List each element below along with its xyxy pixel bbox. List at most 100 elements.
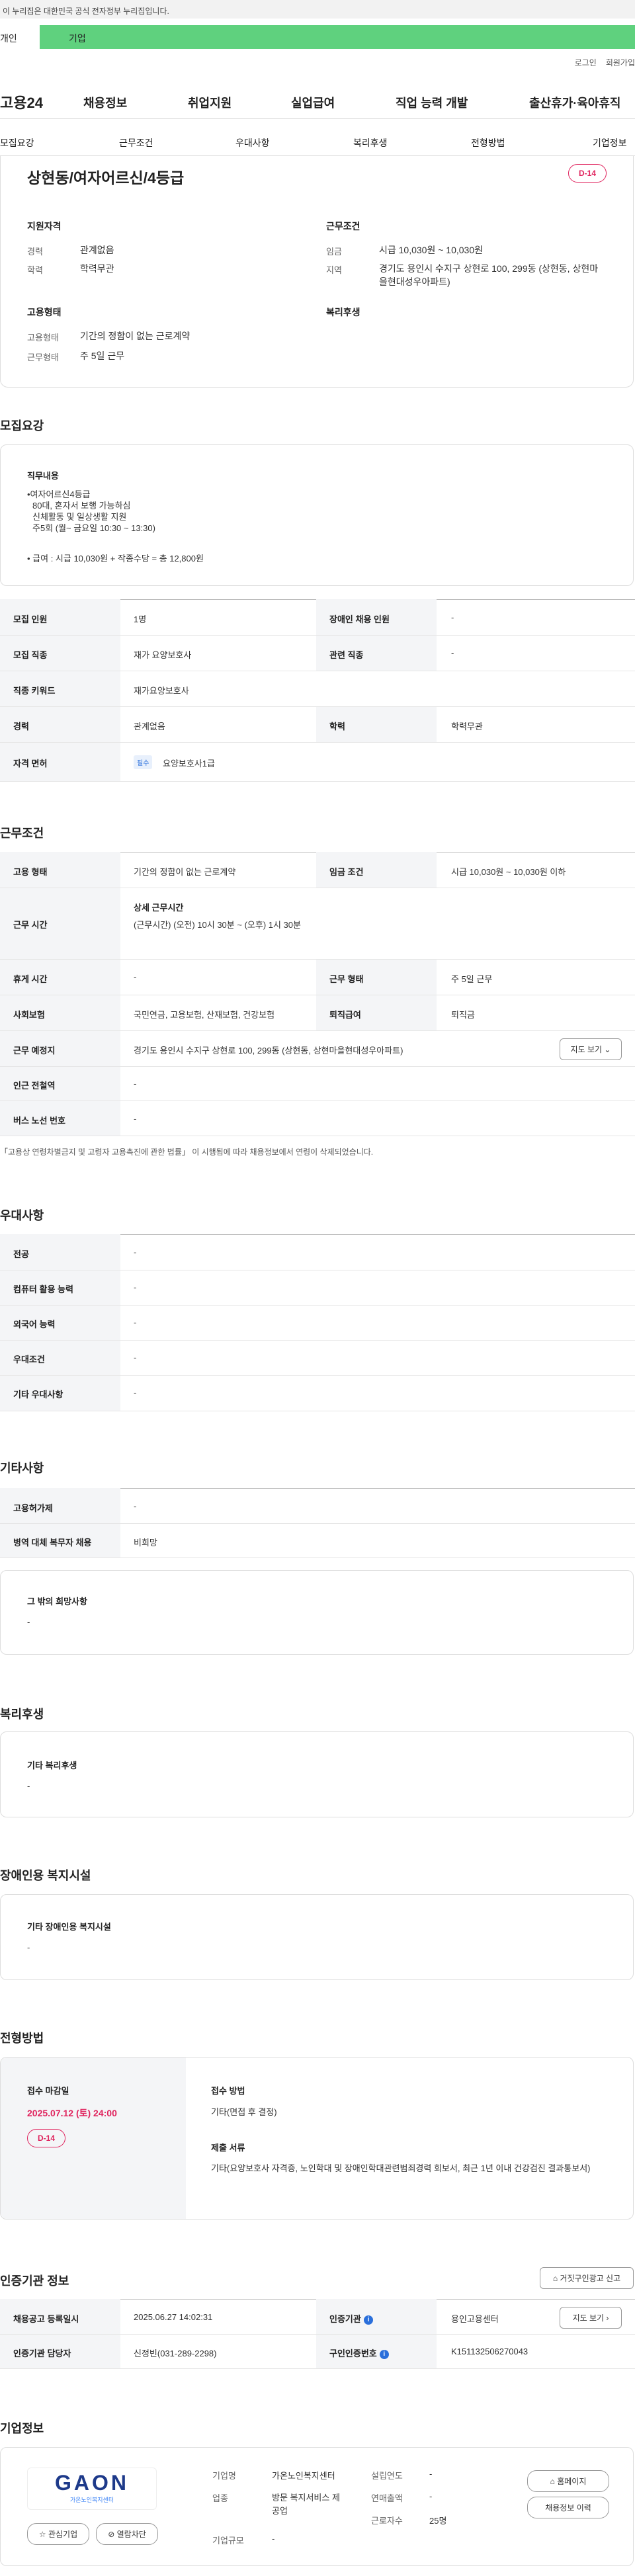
th-language: 외국어 능력 [13,1319,56,1329]
td-work-form: 주 5일 근무 [451,974,493,984]
method-value: 기타(면접 후 결정) [211,2107,277,2117]
td-work-hours: (근무시간) (오전) 10시 30분 ~ (오후) 1시 30분 [134,920,301,930]
emp-value: 25명 [429,2516,447,2526]
td-keyword: 재가요양보호사 [134,686,189,696]
gnb-item-jobs[interactable]: 채용정보 [83,94,127,111]
emptype-value: 기간의 정함이 없는 근로계약 [80,331,190,341]
home-outline-icon: ⌂ [552,2274,558,2283]
name-label: 기업명 [212,2471,236,2481]
history-button[interactable]: 채용정보 이력 [527,2497,609,2518]
snb-company[interactable]: 기업정보 [593,136,627,149]
snb-work[interactable]: 근무조건 [119,136,153,149]
th-cert-no: 구인인증번호 i [329,2347,389,2359]
agency-table: 채용공고 등록일시 2025.06.27 14:02:31 인증기관 i 용인고용… [0,2299,635,2369]
th-break: 휴게 시간 [13,974,48,984]
tab-company[interactable]: 기업 [40,25,635,49]
emptype-label: 고용형태 [27,333,59,343]
emp-label: 근로자수 [371,2516,403,2526]
td-retirement: 퇴직금 [451,1010,475,1020]
company-title: 기업정보 [0,2422,44,2435]
td-insurance: 국민연금, 고용보험, 산재보험, 건강보험 [134,1010,275,1020]
th-subway: 인근 전철역 [13,1081,56,1091]
chevron-right-icon: › [606,2313,609,2323]
th-emp-type: 고용 형태 [13,867,48,877]
pref-table: 전공 - 컴퓨터 활용 능력 - 외국어 능력 - 우대조건 - 기타 우대사항… [0,1234,635,1411]
size-label: 기업규모 [212,2536,244,2546]
member-tabs: 개인 기업 [0,25,635,49]
report-button[interactable]: ⌂ 거짓구인광고 신고 [540,2267,634,2289]
company-card: GAON 가온노인복지센터 ☆ 관심기업 ⊘ 열람차단 기업명 가온노인복지센터… [0,2447,634,2566]
th-insurance: 사회보험 [13,1010,45,1020]
td-permit: - [134,1501,137,1511]
etc-card: 그 밖의 희망사항 - [0,1570,634,1655]
age-notice: 「고용상 연령차별금지 및 고령자 고용촉진에 관한 법률」 이 시행됨에 따라… [0,1147,374,1157]
block-view-button[interactable]: ⊘ 열람차단 [96,2523,158,2545]
gnb-item-training[interactable]: 직업 능력 개발 [396,94,468,111]
home-icon: ⌂ [550,2477,555,2486]
year-label: 설립연도 [371,2471,403,2481]
docs-value: 기타(요양보호사 자격증, 노인학대 및 장애인학대관련범죄경력 회보서, 최근… [211,2163,591,2173]
snb-recruit[interactable]: 모집요강 [0,136,34,149]
td-disabled-count: - [451,612,454,622]
td-posted-at: 2025.06.27 14:02:31 [134,2312,213,2322]
tab-individual[interactable]: 개인 [0,25,40,49]
td-cert-no: K151132506270043 [451,2347,529,2356]
duty-heading: 직무내용 [27,471,59,481]
th-permit: 고용허가제 [13,1503,53,1513]
required-tag: 필수 [134,755,153,769]
duty-line: •여자어르신4등급 [27,489,91,499]
star-icon: ☆ [38,2530,46,2539]
td-major: - [134,1247,137,1257]
etc-card-head: 그 밖의 희망사항 [27,1597,87,1606]
fav-company-button[interactable]: ☆ 관심기업 [27,2523,89,2545]
welfare-card-value: - [27,1781,30,1791]
th-license: 자격 면허 [13,759,48,769]
region-label: 지역 [326,265,342,275]
agency-map-button[interactable]: 지도 보기 › [560,2307,622,2329]
sales-label: 연매출액 [371,2493,403,2503]
recruit-title: 모집요강 [0,419,44,433]
disab-card-head: 기타 장애인용 복지시설 [27,1922,111,1932]
duty-line: 주5회 (월~ 금요일 10:30 ~ 13:30) [32,523,155,533]
welfare-card: 기타 복리후생 - [0,1731,634,1817]
gnb-item-leave[interactable]: 출산휴가·육아휴직 [529,94,620,111]
fav-company-label: 관심기업 [48,2530,78,2539]
edu-value: 학력무관 [80,263,114,274]
report-button-label: 거짓구인광고 신고 [560,2274,621,2283]
th-military: 병역 대체 복무자 채용 [13,1538,92,1548]
td-headcount: 1명 [134,614,147,624]
info-icon[interactable]: i [363,2315,373,2325]
th-headcount: 모집 인원 [13,614,48,624]
th-keyword: 직종 키워드 [13,686,56,696]
disab-card: 기타 장애인용 복지시설 - [0,1894,634,1980]
map-button[interactable]: 지도 보기 ⌄ [560,1038,622,1060]
sales-value: - [429,2491,433,2501]
login-link[interactable]: 로그인 [575,58,597,67]
ind-value: 방문 복지서비스 제공업 [272,2493,340,2516]
gnb-item-support[interactable]: 취업지원 [188,94,232,111]
td-career: 관계없음 [134,722,165,731]
welfare-heading: 복리후생 [326,307,360,317]
snb-welfare[interactable]: 복리후생 [353,136,388,149]
td-pref-cond: - [134,1352,137,1362]
pref-title: 우대사항 [0,1209,44,1222]
snb-process[interactable]: 전형방법 [471,136,505,149]
gnb-item-benefit[interactable]: 실업급여 [291,94,335,111]
career-value: 관계없음 [80,245,114,255]
career-label: 경력 [27,247,43,257]
th-work-form: 근무 형태 [329,974,364,984]
info-icon[interactable]: i [379,2349,389,2359]
th-agency-staff: 인증기관 담당자 [13,2348,71,2358]
homepage-button[interactable]: ⌂ 홈페이지 [527,2470,609,2492]
td-education: 학력무관 [451,722,483,731]
year-value: - [429,2469,433,2479]
site-logo[interactable]: 고용24 [0,91,43,112]
cond-heading: 근무조건 [326,221,360,231]
process-card: 접수 마감일 2025.07.12 (토) 24:00 D-14 접수 방법 기… [0,2057,634,2220]
region-value: 경기도 용인시 수지구 상현로 100, 299동 (상현동, 상현마을현대성우… [379,263,599,287]
process-dday-badge: D-14 [27,2129,65,2147]
signup-link[interactable]: 회원가입 [606,58,635,67]
edu-label: 학력 [27,265,43,275]
snb-pref[interactable]: 우대사항 [235,136,270,149]
process-title: 전형방법 [0,2032,44,2045]
